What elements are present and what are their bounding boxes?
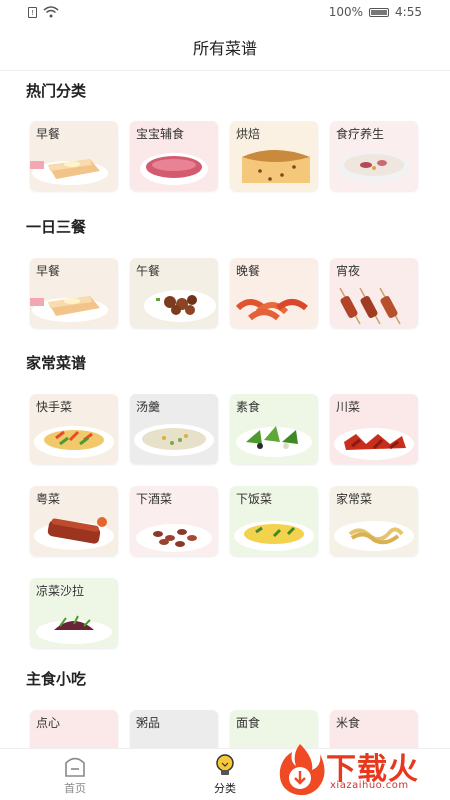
category-tile-soup[interactable]: 汤羹 <box>130 394 218 464</box>
category-tile-quick[interactable]: 快手菜 <box>30 394 118 464</box>
category-tile-rice-dishes[interactable]: 下饭菜 <box>230 486 318 556</box>
category-tile-dietary-therapy[interactable]: 食疗养生 <box>330 121 418 191</box>
lightbulb-icon <box>216 754 234 775</box>
tab-label: 首页 <box>64 782 86 795</box>
category-label: 素食 <box>236 400 261 414</box>
category-label: 粤菜 <box>36 492 61 506</box>
category-label: 宵夜 <box>336 264 361 278</box>
battery-percent: 100% <box>328 5 364 19</box>
category-label: 早餐 <box>36 264 61 278</box>
tab-label: 分类 <box>214 782 236 795</box>
category-label: 快手菜 <box>36 400 73 414</box>
section-grid-meals: 早餐 午餐 晚餐 宵夜 <box>30 258 418 328</box>
section-title-meals: 一日三餐 <box>26 218 87 236</box>
category-tile-dinner[interactable]: 晚餐 <box>230 258 318 328</box>
watermark-url: xiazaihuo.com <box>330 780 409 791</box>
battery-icon <box>369 7 390 17</box>
flame-logo-icon <box>279 744 325 796</box>
category-label: 米食 <box>336 716 361 730</box>
category-tile-late-night[interactable]: 宵夜 <box>330 258 418 328</box>
page-title: 所有菜谱 <box>192 39 257 58</box>
category-tile-cantonese[interactable]: 粤菜 <box>30 486 118 556</box>
app-header: 所有菜谱 <box>0 24 450 71</box>
clock: 4:55 <box>395 5 422 19</box>
category-tile-vegetarian[interactable]: 素食 <box>230 394 318 464</box>
category-tile-porridge[interactable]: 粥品 <box>130 710 218 749</box>
home-icon <box>65 757 85 777</box>
status-bar: ! 100% 4:55 <box>0 0 450 24</box>
category-label: 烘焙 <box>236 127 261 141</box>
section-grid-home-cooking: 快手菜 汤羹 素食 川菜 粤菜 下酒菜 下饭菜 家常菜 凉菜沙拉 <box>30 394 418 648</box>
category-label: 点心 <box>36 716 61 730</box>
category-tile-drinking-snacks[interactable]: 下酒菜 <box>130 486 218 556</box>
category-label: 早餐 <box>36 127 61 141</box>
sim-card-icon: ! <box>28 6 37 18</box>
section-title-hot: 热门分类 <box>26 82 87 100</box>
category-tile-home-style[interactable]: 家常菜 <box>330 486 418 556</box>
watermark-logo: 下载火 xiazaihuo.com <box>274 740 444 798</box>
section-title-staples: 主食小吃 <box>26 670 87 688</box>
category-tile-lunch[interactable]: 午餐 <box>130 258 218 328</box>
category-label: 粥品 <box>136 716 161 730</box>
category-label: 下饭菜 <box>236 492 273 506</box>
category-label: 晚餐 <box>236 264 261 278</box>
category-tile-breakfast-meal[interactable]: 早餐 <box>30 258 118 328</box>
tab-home[interactable]: 首页 <box>0 749 150 800</box>
category-label: 凉菜沙拉 <box>36 584 85 598</box>
category-tile-cold-salad[interactable]: 凉菜沙拉 <box>30 578 118 648</box>
category-label: 下酒菜 <box>136 492 173 506</box>
section-title-home-cooking: 家常菜谱 <box>26 354 87 372</box>
category-tile-dim-sum[interactable]: 点心 <box>30 710 118 749</box>
category-list[interactable]: 热门分类 早餐 宝宝辅食 烘焙 食疗养生 一日三餐 早餐 午餐 晚餐 宵夜 家常… <box>0 71 450 749</box>
category-label: 食疗养生 <box>336 127 385 141</box>
category-label: 川菜 <box>336 400 361 414</box>
section-grid-hot: 早餐 宝宝辅食 烘焙 食疗养生 <box>30 121 418 191</box>
category-tile-breakfast[interactable]: 早餐 <box>30 121 118 191</box>
category-label: 宝宝辅食 <box>136 127 185 141</box>
category-tile-baking[interactable]: 烘焙 <box>230 121 318 191</box>
category-tile-baby-food[interactable]: 宝宝辅食 <box>130 121 218 191</box>
category-label: 汤羹 <box>136 400 161 414</box>
category-label: 家常菜 <box>336 492 373 506</box>
category-tile-sichuan[interactable]: 川菜 <box>330 394 418 464</box>
wifi-icon <box>43 6 59 18</box>
category-label: 面食 <box>236 716 261 730</box>
category-label: 午餐 <box>136 264 161 278</box>
